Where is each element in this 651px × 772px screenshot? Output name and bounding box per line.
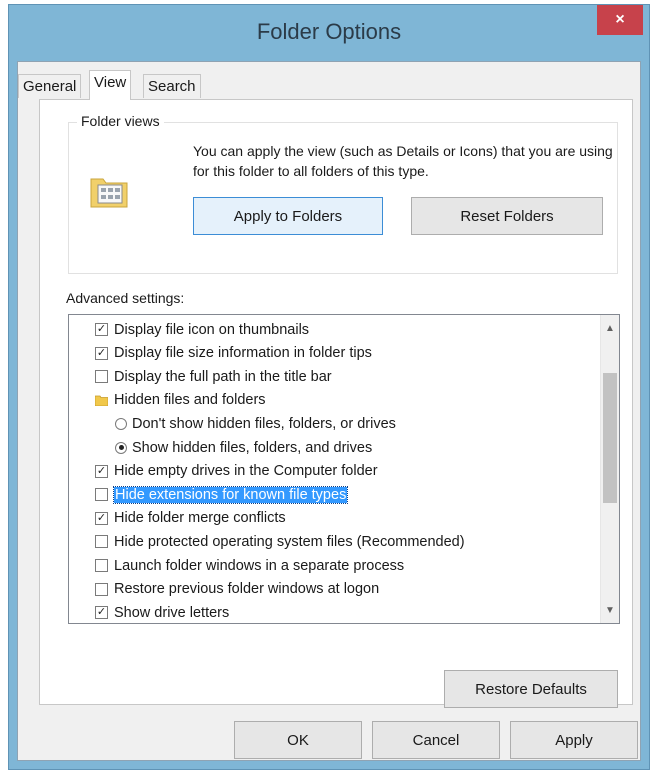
apply-to-folders-button[interactable]: Apply to Folders: [193, 197, 383, 235]
settings-row[interactable]: ✓ Hide folder merge conflicts: [95, 507, 286, 530]
settings-row[interactable]: ✓ Show drive letters: [95, 601, 230, 623]
settings-row[interactable]: Hidden files and folders: [95, 389, 266, 412]
folder-views-group: Folder views You can apply the view (suc…: [68, 113, 618, 274]
cancel-button[interactable]: Cancel: [372, 721, 500, 759]
settings-row-label: Hide protected operating system files (R…: [114, 533, 465, 550]
folder-views-description: You can apply the view (such as Details …: [193, 143, 613, 179]
settings-row-label: Show hidden files, folders, and drives: [132, 439, 373, 456]
checkbox-unchecked[interactable]: [95, 535, 108, 549]
settings-row[interactable]: Hide extensions for known file types: [95, 483, 349, 506]
settings-row[interactable]: Show hidden files, folders, and drives: [115, 436, 372, 459]
radio-unselected[interactable]: [115, 417, 127, 430]
close-icon: ×: [615, 11, 625, 28]
settings-row[interactable]: Hide protected operating system files (R…: [95, 530, 465, 553]
reset-folders-button[interactable]: Reset Folders: [411, 197, 603, 235]
settings-row-label: Launch folder windows in a separate proc…: [114, 557, 405, 574]
settings-row[interactable]: ✓ Display file size information in folder…: [95, 342, 372, 365]
restore-defaults-button[interactable]: Restore Defaults: [444, 670, 618, 708]
advanced-settings-list[interactable]: ✓ Display file icon on thumbnails ✓ Display…: [68, 314, 620, 624]
checkbox-unchecked[interactable]: [95, 488, 108, 502]
title-bar[interactable]: Folder Options ×: [9, 5, 649, 61]
radio-selected[interactable]: [115, 441, 127, 454]
settings-row-label: Don't show hidden files, folders, or dri…: [132, 415, 396, 432]
settings-row[interactable]: ✓ Display file icon on thumbnails: [95, 318, 309, 341]
settings-row[interactable]: Restore previous folder windows at logon: [95, 578, 379, 601]
settings-row-label: Hide extensions for known file types: [112, 485, 349, 504]
checkbox-checked[interactable]: ✓: [95, 323, 108, 336]
checkbox-checked[interactable]: ✓: [95, 606, 108, 620]
settings-row-label: Display the full path in the title bar: [114, 368, 332, 385]
tab-view[interactable]: View: [89, 70, 132, 100]
checkbox-unchecked[interactable]: [95, 370, 108, 384]
settings-row-label: Hide empty drives in the Computer folder: [114, 463, 378, 480]
dialog-body: General View Search Folder views You can…: [17, 61, 641, 761]
scroll-up-icon[interactable]: ▲: [601, 319, 619, 337]
settings-row-label: Hide folder merge conflicts: [114, 510, 286, 527]
folder-options-window: Folder Options × General View Search Fol…: [8, 4, 650, 770]
checkbox-unchecked[interactable]: [95, 559, 108, 572]
checkbox-checked[interactable]: ✓: [95, 464, 108, 478]
view-tab-page: Folder views You can apply the view (suc…: [39, 99, 633, 708]
close-button[interactable]: ×: [597, 5, 643, 35]
settings-scrollbar[interactable]: ▲ ▼: [600, 315, 619, 623]
scroll-down-icon[interactable]: ▼: [601, 601, 619, 619]
checkbox-unchecked[interactable]: [95, 582, 108, 596]
settings-row-label: Show drive letters: [114, 604, 230, 621]
window-title: Folder Options: [256, 19, 402, 44]
settings-row-label: Display file icon on thumbnails: [114, 321, 310, 338]
settings-row[interactable]: ✓ Hide empty drives in the Computer folde…: [95, 460, 378, 483]
advanced-settings-label: Advanced settings:: [66, 290, 185, 306]
checkbox-checked[interactable]: ✓: [95, 511, 108, 525]
settings-row-label: Display file size information in folder …: [114, 345, 372, 362]
settings-row[interactable]: Display the full path in the title bar: [95, 365, 332, 388]
folder-view-icon: [90, 178, 128, 208]
apply-button[interactable]: Apply: [510, 721, 638, 759]
settings-row-label: Hidden files and folders: [114, 392, 266, 409]
settings-row[interactable]: Don't show hidden files, folders, or dri…: [115, 412, 396, 435]
scroll-thumb[interactable]: [603, 373, 617, 503]
tab-search[interactable]: Search: [143, 74, 201, 98]
tab-general[interactable]: General: [18, 74, 82, 98]
ok-button[interactable]: OK: [234, 721, 362, 759]
radio-dot: [118, 445, 124, 450]
settings-row-label: Restore previous folder windows at logon: [114, 581, 380, 598]
settings-row[interactable]: Launch folder windows in a separate proc…: [95, 554, 404, 577]
checkbox-checked[interactable]: ✓: [95, 346, 108, 360]
folder-icon: [95, 395, 108, 407]
folder-views-label: Folder views: [77, 113, 164, 129]
